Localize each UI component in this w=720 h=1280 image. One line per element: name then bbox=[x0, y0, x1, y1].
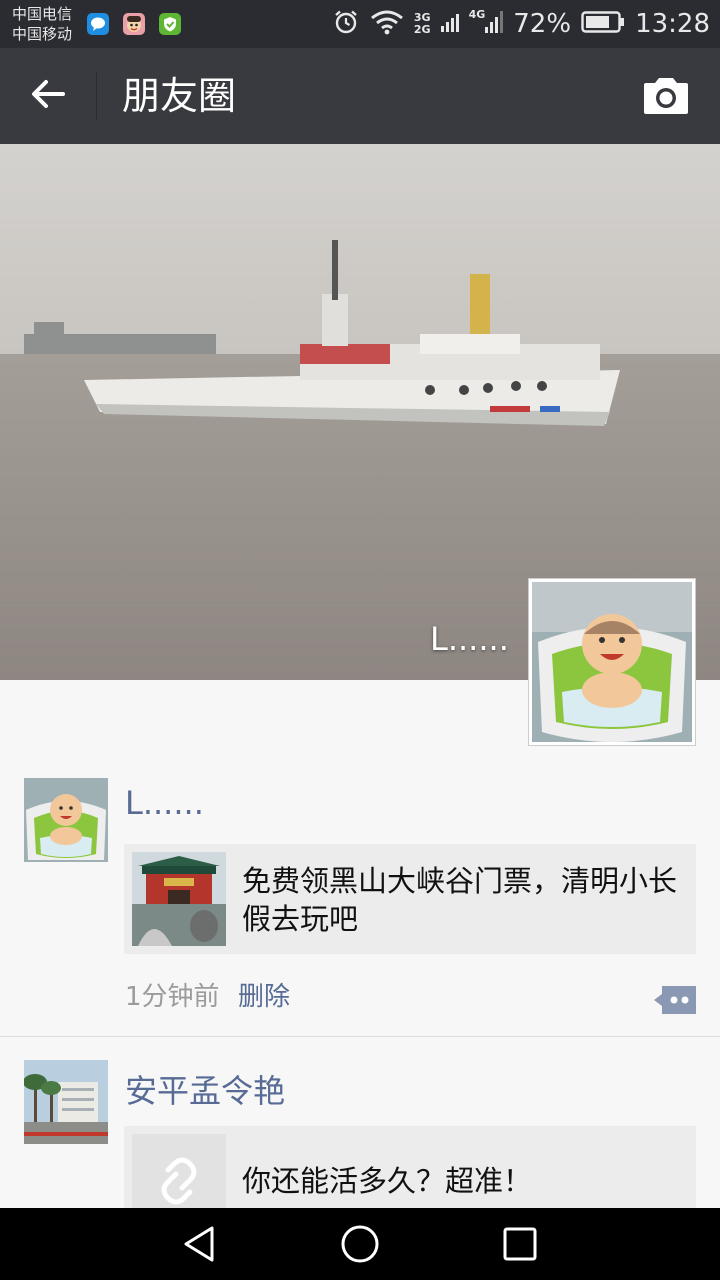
status-bar: 中国电信 中国移动 3G 2G 4G 72% 13:28 bbox=[0, 0, 720, 48]
system-recents-button[interactable] bbox=[498, 1222, 542, 1266]
shield-app-icon bbox=[159, 13, 181, 35]
share-title: 免费领黑山大峡谷门票，清明小长假去玩吧 bbox=[242, 864, 678, 936]
status-indicators: 3G 2G 4G 72% 13:28 bbox=[332, 0, 710, 48]
delete-button[interactable]: 删除 bbox=[238, 976, 290, 1013]
street-avatar-image bbox=[24, 1060, 108, 1144]
share-title: 你还能活多久？超准！ bbox=[242, 1164, 533, 1198]
avatar[interactable] bbox=[24, 1060, 108, 1144]
arrow-left-icon bbox=[31, 79, 65, 113]
comment-icon bbox=[654, 986, 696, 1014]
camera-button[interactable] bbox=[640, 76, 692, 116]
username[interactable]: 安平孟令艳 bbox=[125, 1066, 285, 1112]
circle-home-icon bbox=[341, 1225, 379, 1263]
signal-bars-icon bbox=[440, 10, 459, 38]
camera-icon bbox=[644, 78, 688, 114]
nav-divider bbox=[96, 72, 97, 120]
carrier-1: 中国电信 bbox=[12, 5, 73, 23]
nav-bar: 朋友圈 bbox=[0, 48, 720, 144]
clock: 13:28 bbox=[635, 9, 710, 39]
baby-avatar-image bbox=[532, 582, 692, 742]
system-home-button[interactable] bbox=[338, 1222, 382, 1266]
feed-item: L...... 免费领黑山大峡谷门票，清明小长假去玩吧 1分钟前 删除 bbox=[0, 770, 720, 1036]
cover-owner-name: L...... bbox=[430, 620, 509, 658]
gate-thumbnail-image bbox=[132, 852, 226, 946]
link-icon bbox=[132, 1134, 226, 1208]
network-4g-label: 4G bbox=[468, 8, 486, 21]
share-card[interactable]: 免费领黑山大峡谷门票，清明小长假去玩吧 bbox=[124, 844, 696, 954]
carrier-2: 中国移动 bbox=[12, 25, 73, 43]
feed-divider bbox=[0, 1036, 720, 1037]
square-recents-icon bbox=[503, 1227, 537, 1261]
page-title: 朋友圈 bbox=[122, 74, 237, 118]
signal-bars-2-icon bbox=[485, 9, 504, 39]
back-button[interactable] bbox=[18, 68, 78, 124]
carrier-info: 中国电信 中国移动 bbox=[12, 4, 72, 44]
post-time: 1分钟前 bbox=[125, 982, 220, 1012]
comment-button[interactable] bbox=[652, 984, 698, 1016]
battery-icon bbox=[581, 10, 625, 38]
message-icon bbox=[87, 13, 109, 35]
signal-group-1: 3G 2G bbox=[414, 12, 431, 36]
share-thumbnail bbox=[132, 1134, 226, 1208]
system-back-button[interactable] bbox=[178, 1222, 222, 1266]
network-2g-label: 2G bbox=[413, 23, 431, 36]
cover-owner-avatar[interactable] bbox=[528, 578, 696, 746]
username[interactable]: L...... bbox=[125, 784, 204, 822]
wifi-icon bbox=[370, 9, 404, 39]
triangle-back-icon bbox=[184, 1226, 214, 1262]
feed-item: 安平孟令艳 你还能活多久？超准！ bbox=[0, 1052, 720, 1208]
signal-group-2: 4G bbox=[469, 9, 504, 39]
avatar-app-icon bbox=[123, 13, 145, 35]
share-card[interactable]: 你还能活多久？超准！ bbox=[124, 1126, 696, 1208]
avatar[interactable] bbox=[24, 778, 108, 862]
system-nav-bar bbox=[0, 1208, 720, 1280]
share-thumbnail bbox=[132, 852, 226, 946]
alarm-icon bbox=[332, 8, 360, 40]
baby-avatar-image bbox=[24, 778, 108, 862]
battery-percent: 72% bbox=[513, 9, 572, 39]
